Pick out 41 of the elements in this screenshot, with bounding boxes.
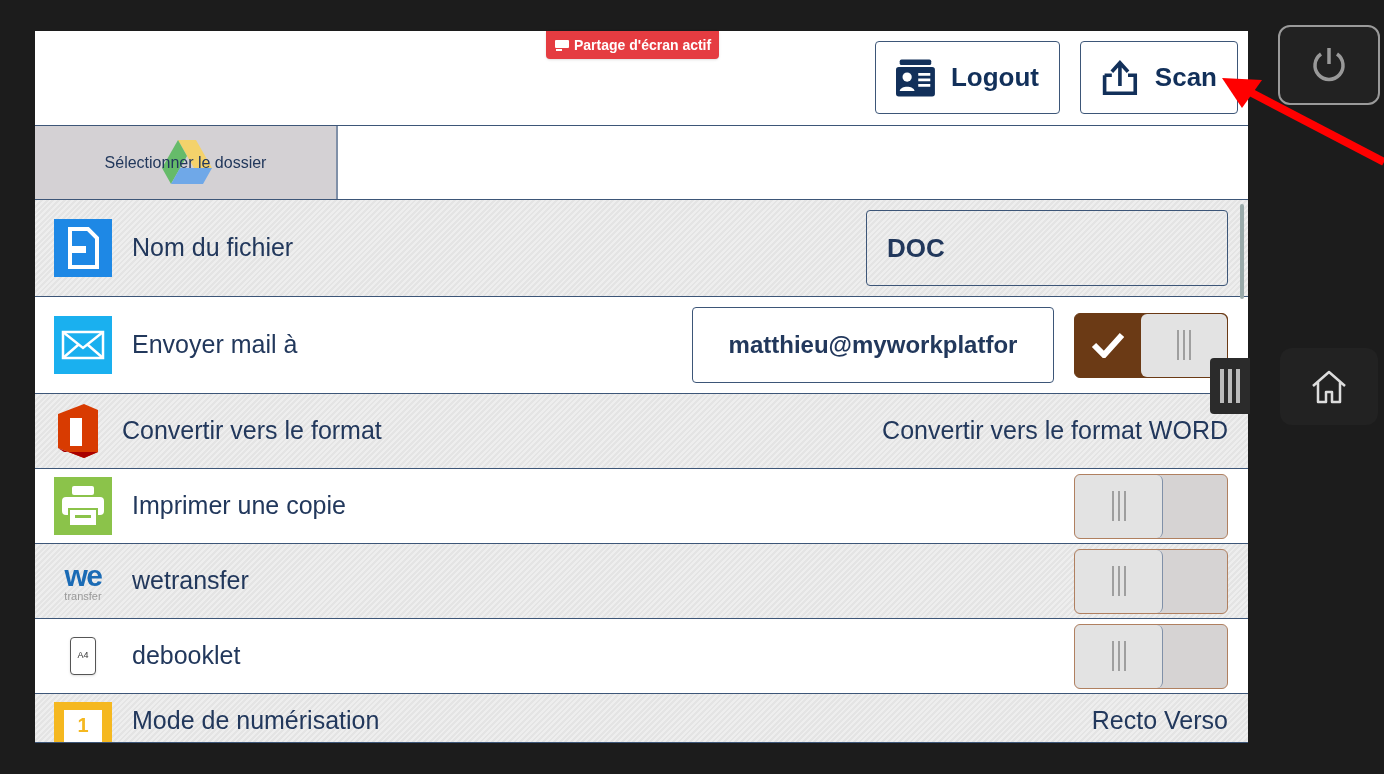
grip-icon [1109, 491, 1128, 521]
row-value: Convertir vers le format WORD [882, 415, 1228, 447]
grip-icon [1109, 641, 1128, 671]
row-label: debooklet [132, 640, 241, 672]
document-icon [54, 219, 112, 277]
settings-row[interactable]: Nom du fichier DOC [35, 200, 1248, 297]
grip-icon [1219, 369, 1241, 403]
row-label: Nom du fichier [132, 232, 294, 264]
scan-button[interactable]: Scan [1080, 41, 1238, 114]
printer-icon [54, 477, 112, 535]
row-label: Envoyer mail à [132, 329, 298, 361]
row-label: Imprimer une copie [132, 490, 346, 522]
row-label: Convertir vers le format [122, 415, 382, 447]
wetransfer-logo: we transfer [63, 560, 103, 602]
home-icon [1310, 368, 1348, 405]
number-icon: 1 [54, 702, 112, 742]
toggle-switch[interactable] [1074, 623, 1228, 689]
power-icon [1310, 46, 1348, 84]
row-label: Mode de numérisation [132, 705, 380, 736]
envelope-icon [54, 316, 112, 374]
settings-row[interactable]: we transfer wetransfer [35, 544, 1248, 619]
row-label: wetransfer [132, 565, 249, 597]
side-handle[interactable] [1210, 358, 1250, 414]
id-card-icon [896, 57, 935, 98]
email-field[interactable]: matthieu@myworkplatfor [692, 307, 1054, 383]
home-button[interactable] [1280, 348, 1378, 425]
filename-field[interactable]: DOC [866, 210, 1228, 286]
grip-icon [1175, 330, 1193, 360]
power-button[interactable] [1278, 25, 1380, 105]
grip-icon [1109, 566, 1128, 596]
logout-button[interactable]: Logout [875, 41, 1060, 114]
booklet-icon: A4 [70, 637, 96, 675]
screen-icon [554, 39, 570, 51]
settings-row[interactable]: 1 Mode de numérisation Recto Verso [35, 694, 1248, 743]
screen-share-badge: Partage d'écran actif [546, 31, 720, 59]
settings-row[interactable]: Convertir vers le format Convertir vers le format WORD [35, 394, 1248, 469]
row-value: Recto Verso [1091, 705, 1228, 736]
toggle-switch[interactable] [1074, 312, 1228, 378]
checkmark-icon [1091, 332, 1125, 358]
toggle-switch[interactable] [1074, 548, 1228, 614]
toggle-switch[interactable] [1074, 473, 1228, 539]
